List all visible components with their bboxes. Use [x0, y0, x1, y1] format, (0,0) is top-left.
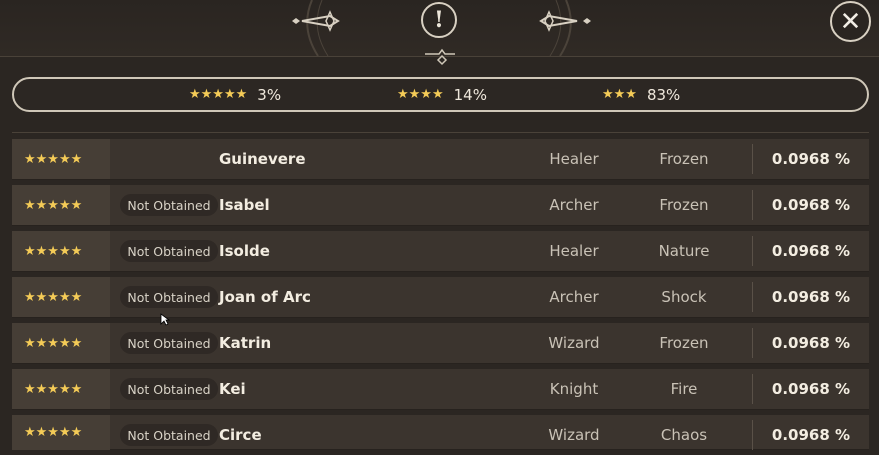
info-button[interactable]: !: [421, 2, 457, 38]
hero-name: Circe: [219, 426, 262, 444]
drop-rate: 0.0968 %: [771, 150, 851, 168]
obtained-status: Not Obtained: [120, 424, 218, 446]
hero-name: Isolde: [219, 242, 270, 260]
hero-name: Joan of Arc: [219, 288, 311, 306]
summary-rate: 83%: [646, 85, 681, 104]
hero-class: Wizard: [548, 334, 600, 352]
obtained-status: Not Obtained: [120, 194, 218, 216]
summary-5-star: ★★★★★ 3%: [189, 79, 281, 110]
drop-rate: 0.0968 %: [771, 380, 851, 398]
hero-attribute: Chaos: [660, 426, 708, 444]
drop-rate: 0.0968 %: [771, 288, 851, 306]
close-icon: ✕: [839, 6, 862, 37]
three-star-icons: ★★★: [602, 87, 637, 102]
summary-rate: 14%: [453, 85, 487, 104]
hero-name: Katrin: [219, 334, 272, 352]
hero-row[interactable]: ★★★★★ Guinevere Healer Frozen 0.0968 %: [12, 139, 869, 180]
drop-rate: 0.0968 %: [771, 196, 851, 214]
hero-class: Healer: [549, 242, 599, 260]
star-rating: ★★★★★: [12, 185, 110, 225]
summary-4-star: ★★★★ 14%: [397, 79, 487, 110]
star-rating: ★★★★★: [12, 369, 110, 409]
hero-class: Archer: [549, 196, 599, 214]
drop-rate: 0.0968 %: [771, 426, 851, 444]
hero-class: Healer: [549, 150, 599, 168]
hero-row[interactable]: ★★★★★ Not Obtained Kei Knight Fire 0.096…: [12, 369, 869, 410]
hero-row[interactable]: ★★★★★ Not Obtained Circe Wizard Chaos 0.…: [12, 415, 869, 450]
hero-class: Knight: [549, 380, 599, 398]
hero-attribute: Nature: [658, 242, 710, 260]
star-rating: ★★★★★: [12, 139, 110, 179]
hero-class: Archer: [549, 288, 599, 306]
hero-attribute: Fire: [670, 380, 698, 398]
header-bar: ! ✕: [0, 0, 879, 66]
summary-3-star: ★★★ 83%: [602, 79, 680, 110]
hero-attribute: Frozen: [659, 196, 709, 214]
exclamation-icon: !: [434, 7, 444, 33]
hero-row[interactable]: ★★★★★ Not Obtained Isabel Archer Frozen …: [12, 185, 869, 226]
obtained-status: Not Obtained: [120, 378, 218, 400]
obtained-status: Not Obtained: [120, 240, 218, 262]
drop-rate: 0.0968 %: [771, 334, 851, 352]
hero-name: Kei: [219, 380, 246, 398]
rarity-summary-bar: ★★★★★ 3% ★★★★ 14% ★★★ 83%: [12, 77, 869, 112]
hero-row[interactable]: ★★★★★ Not Obtained Joan of Arc Archer Sh…: [12, 277, 869, 318]
hero-attribute: Shock: [661, 288, 707, 306]
list-divider: [12, 132, 869, 133]
star-rating: ★★★★★: [12, 231, 110, 271]
hero-row[interactable]: ★★★★★ Not Obtained Katrin Wizard Frozen …: [12, 323, 869, 364]
obtained-status: [120, 148, 218, 170]
five-star-icons: ★★★★★: [189, 87, 248, 102]
obtained-status: Not Obtained: [120, 286, 218, 308]
drop-rate: 0.0968 %: [771, 242, 851, 260]
summary-rate: 3%: [257, 85, 282, 104]
star-rating: ★★★★★: [12, 323, 110, 363]
mouse-cursor-icon: [160, 313, 170, 326]
obtained-status: Not Obtained: [120, 332, 218, 354]
hero-name: Guinevere: [219, 150, 306, 168]
star-rating: ★★★★★: [12, 277, 110, 317]
hero-class: Wizard: [548, 426, 600, 444]
hero-row[interactable]: ★★★★★ Not Obtained Isolde Healer Nature …: [12, 231, 869, 272]
hero-attribute: Frozen: [659, 150, 709, 168]
close-button[interactable]: ✕: [830, 1, 871, 42]
hero-name: Isabel: [219, 196, 270, 214]
hero-attribute: Frozen: [659, 334, 709, 352]
star-rating: ★★★★★: [12, 415, 110, 450]
four-star-icons: ★★★★: [397, 87, 444, 102]
